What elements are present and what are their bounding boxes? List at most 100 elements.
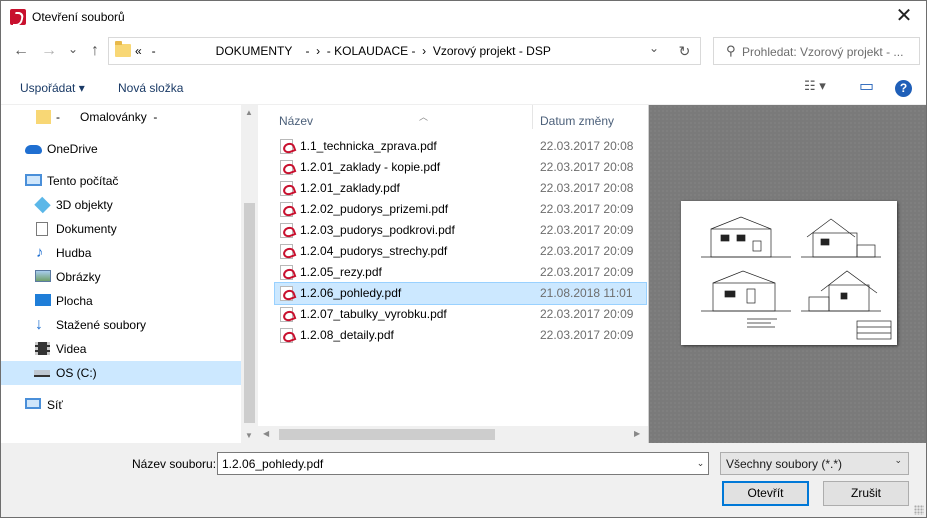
sidebar-item-omalovanky[interactable]: - Omalovánky - — [1, 105, 241, 129]
sidebar-item-label: OS (C:) — [56, 366, 97, 380]
filetype-select[interactable]: Všechny soubory (*.*) ⌄ — [720, 452, 909, 475]
file-date: 22.03.2017 20:09 — [540, 202, 634, 216]
file-list-scroll-thumb[interactable] — [279, 429, 495, 440]
sidebar-item-label: Síť — [47, 398, 63, 412]
desktop-icon — [35, 294, 51, 306]
sidebar-item-os-c[interactable]: OS (C:) — [1, 361, 241, 385]
file-name: 1.2.04_pudorys_strechy.pdf — [300, 244, 448, 258]
file-row[interactable]: 1.2.01_zaklady - kopie.pdf 22.03.2017 20:… — [275, 157, 646, 178]
resize-grip[interactable] — [914, 505, 924, 515]
file-row[interactable]: 1.2.03_pudorys_podkrovi.pdf 22.03.2017 20… — [275, 220, 646, 241]
new-folder-button[interactable]: Nová složka — [118, 81, 183, 95]
pdf-file-icon — [280, 307, 293, 322]
pdf-file-icon — [280, 139, 293, 154]
sidebar-item-label: Hudba — [56, 246, 92, 260]
navigation-bar: ← → ⌄ ↑ « - DOKUMENTY - › - KOLAUDACE - … — [1, 32, 926, 72]
drawing-preview-image — [701, 216, 892, 340]
file-row[interactable]: 1.2.06_pohledy.pdf 21.08.2018 11:01 — [274, 282, 647, 305]
sidebar-item-3d-objects[interactable]: 3D objekty — [1, 193, 241, 217]
up-button[interactable]: ↑ — [85, 40, 105, 62]
cloud-icon — [25, 145, 42, 154]
scroll-left-arrow-icon[interactable]: ◀ — [263, 429, 269, 438]
video-icon — [35, 342, 50, 355]
pdf-file-icon — [280, 244, 293, 259]
sidebar-item-onedrive[interactable]: OneDrive — [1, 137, 241, 161]
search-icon: ⚲ — [726, 43, 736, 58]
column-header-name[interactable]: ︿ Název — [279, 109, 533, 133]
command-bar: Uspořádat ▾ Nová složka ☷ ▾ ▭ ? — [1, 72, 926, 105]
file-row[interactable]: 1.2.02_pudorys_prizemi.pdf 22.03.2017 20:… — [275, 199, 646, 220]
sidebar-item-pictures[interactable]: Obrázky — [1, 265, 241, 289]
sidebar-item-music[interactable]: ♪ Hudba — [1, 241, 241, 265]
file-date: 22.03.2017 20:09 — [540, 244, 634, 258]
open-button[interactable]: Otevřít — [722, 481, 809, 506]
file-list-scrollbar[interactable]: ◀ ▶ — [258, 426, 648, 443]
preview-pane-button[interactable]: ▭ — [859, 76, 874, 96]
address-bar[interactable]: « - DOKUMENTY - › - KOLAUDACE - › Vzorov… — [108, 37, 701, 65]
file-row[interactable]: 1.2.07_tabulky_vyrobku.pdf 22.03.2017 20:… — [275, 304, 646, 325]
folder-icon — [36, 110, 51, 124]
sidebar-item-label: - Omalovánky - — [56, 110, 158, 124]
file-name: 1.2.01_zaklady - kopie.pdf — [300, 160, 441, 174]
sidebar-scroll-thumb[interactable] — [244, 203, 255, 423]
file-name: 1.2.08_detaily.pdf — [300, 328, 394, 342]
file-date: 22.03.2017 20:09 — [540, 307, 634, 321]
search-box[interactable]: ⚲ Prohledat: Vzorový projekt - ... — [713, 37, 920, 65]
sidebar-item-label: Dokumenty — [56, 222, 117, 236]
view-options-button[interactable]: ☷ ▾ — [804, 78, 826, 94]
column-header-date[interactable]: Datum změny — [540, 109, 640, 133]
address-dropdown-button[interactable]: ⌄ — [649, 41, 659, 55]
address-path[interactable]: « - DOKUMENTY - › - KOLAUDACE - › Vzorov… — [135, 44, 551, 58]
sidebar-item-downloads[interactable]: ↓ Stažené soubory — [1, 313, 241, 337]
pdf-file-icon — [280, 160, 293, 175]
window-title: Otevření souborů — [32, 10, 125, 24]
refresh-button[interactable]: ↻ — [669, 37, 700, 65]
sidebar-item-this-pc[interactable]: Tento počítač — [1, 169, 241, 193]
scroll-right-arrow-icon[interactable]: ▶ — [634, 429, 640, 438]
file-date: 22.03.2017 20:09 — [540, 328, 634, 342]
sidebar-item-network[interactable]: Síť — [1, 393, 241, 417]
file-row[interactable]: 1.2.01_zaklady.pdf 22.03.2017 20:08 — [275, 178, 646, 199]
sidebar-scrollbar[interactable]: ▲ ▼ — [241, 105, 258, 443]
file-name: 1.1_technicka_zprava.pdf — [300, 139, 437, 153]
pdf-file-icon — [280, 328, 293, 343]
column-divider[interactable] — [532, 105, 533, 129]
filename-dropdown-arrow-icon[interactable]: ⌄ — [693, 453, 708, 474]
scroll-down-arrow-icon[interactable]: ▼ — [245, 431, 253, 440]
back-button[interactable]: ← — [11, 40, 31, 62]
filename-input[interactable] — [217, 452, 709, 475]
organize-button[interactable]: Uspořádat ▾ — [20, 81, 85, 95]
pdf-file-icon — [280, 202, 293, 217]
file-row[interactable]: 1.2.08_detaily.pdf 22.03.2017 20:09 — [275, 325, 646, 346]
chevron-down-icon: ⌄ — [894, 455, 902, 465]
pdf-file-icon — [280, 181, 293, 196]
file-row[interactable]: 1.1_technicka_zprava.pdf 22.03.2017 20:08 — [275, 136, 646, 157]
main-area: - Omalovánky - OneDrive Tento počítač 3D… — [1, 105, 926, 443]
sidebar-item-desktop[interactable]: Plocha — [1, 289, 241, 313]
app-logo-icon — [10, 9, 26, 25]
file-name: 1.2.01_zaklady.pdf — [300, 181, 400, 195]
file-row[interactable]: 1.2.04_pudorys_strechy.pdf 22.03.2017 20:… — [275, 241, 646, 262]
recent-locations-button[interactable]: ⌄ — [66, 38, 80, 60]
folder-icon — [115, 41, 131, 57]
pdf-preview-thumbnail — [681, 201, 897, 345]
sidebar-item-videos[interactable]: Videa — [1, 337, 241, 361]
sidebar-item-label: Videa — [56, 342, 87, 356]
file-name: 1.2.03_pudorys_podkrovi.pdf — [300, 223, 455, 237]
file-date: 22.03.2017 20:08 — [540, 181, 634, 195]
document-icon — [36, 222, 48, 236]
sidebar-item-label: Stažené soubory — [56, 318, 147, 332]
sidebar-item-label: Obrázky — [56, 270, 101, 284]
help-button[interactable]: ? — [895, 80, 912, 97]
forward-button[interactable]: → — [39, 40, 59, 62]
file-name: 1.2.06_pohledy.pdf — [300, 286, 402, 300]
sort-ascending-icon: ︿ — [419, 112, 429, 122]
cancel-button[interactable]: Zrušit — [823, 481, 909, 506]
sidebar-item-documents[interactable]: Dokumenty — [1, 217, 241, 241]
cube-icon — [34, 196, 51, 214]
file-row[interactable]: 1.2.05_rezy.pdf 22.03.2017 20:09 — [275, 262, 646, 283]
scroll-up-arrow-icon[interactable]: ▲ — [245, 108, 253, 117]
close-button[interactable]: ✕ — [882, 1, 926, 32]
file-date: 22.03.2017 20:09 — [540, 265, 634, 279]
file-date: 22.03.2017 20:08 — [540, 160, 634, 174]
